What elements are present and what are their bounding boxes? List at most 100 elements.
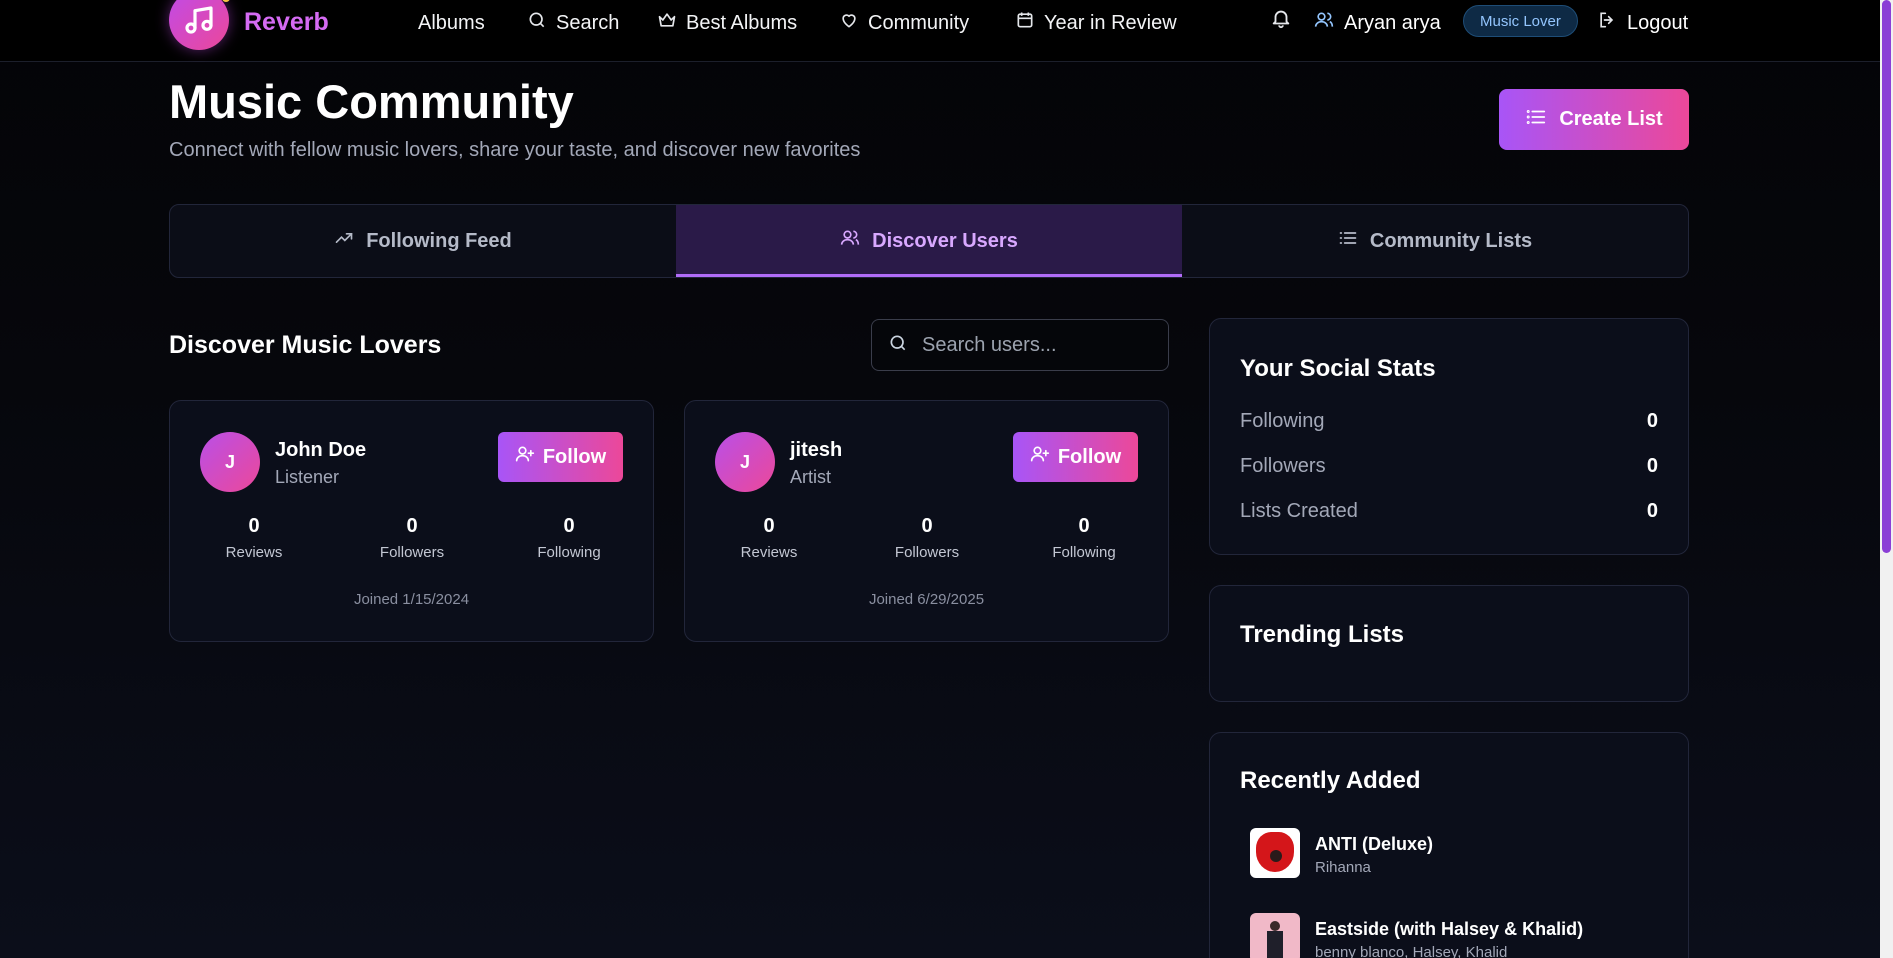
stat-value: 0 <box>1646 455 1658 477</box>
user-search-box <box>871 319 1169 371</box>
calendar-icon <box>1015 10 1035 36</box>
following-stat: 0 Following <box>509 515 629 561</box>
list-icon <box>1338 228 1358 254</box>
stat-value: 0 <box>1646 500 1658 522</box>
following-label: Following <box>537 544 601 561</box>
nav-albums-label: Albums <box>418 11 485 34</box>
logout-button[interactable]: Logout <box>1597 10 1688 36</box>
following-count: 0 <box>1078 515 1090 537</box>
brand-name[interactable]: Reverb <box>244 8 329 37</box>
user-plus-icon <box>1030 444 1050 470</box>
follow-label: Follow <box>542 445 607 468</box>
social-stats-title: Your Social Stats <box>1240 355 1436 382</box>
logo-music-note-icon[interactable] <box>169 0 229 50</box>
list-icon <box>1525 106 1547 134</box>
album-item[interactable]: Eastside (with Halsey & Khalid) benny bl… <box>1250 913 1583 958</box>
reviews-label: Reviews <box>740 544 798 561</box>
stat-row-followers: Followers 0 <box>1240 455 1658 478</box>
social-stats-panel: Your Social Stats Following 0 Followers … <box>1209 318 1689 555</box>
create-list-label: Create List <box>1559 108 1663 130</box>
followers-label: Followers <box>379 544 445 561</box>
joined-date: Joined 1/15/2024 <box>353 591 470 608</box>
stat-row-lists-created: Lists Created 0 <box>1240 500 1658 523</box>
tab-discover-users-label: Discover Users <box>872 229 1018 252</box>
trending-lists-panel: Trending Lists <box>1209 585 1689 702</box>
recently-added-panel: Recently Added ANTI (Deluxe) Rihanna Eas… <box>1209 732 1689 958</box>
users-icon <box>840 228 860 254</box>
follow-button[interactable]: Follow <box>498 432 623 482</box>
album-cover-image <box>1250 828 1300 878</box>
followers-stat: 0 Followers <box>352 515 472 561</box>
follow-button[interactable]: Follow <box>1013 432 1138 482</box>
album-cover-image <box>1250 913 1300 958</box>
user-icon <box>1314 10 1334 36</box>
reviews-stat: 0 Reviews <box>194 515 314 561</box>
user-card: J jitesh Artist Follow 0 Reviews 0 Follo… <box>684 400 1169 642</box>
followers-count: 0 <box>406 515 418 537</box>
user-plus-icon <box>515 444 535 470</box>
tab-discover-users[interactable]: Discover Users <box>676 205 1182 277</box>
nav-search-label: Search <box>556 11 620 34</box>
reviews-stat: 0 Reviews <box>709 515 829 561</box>
followers-label: Followers <box>894 544 960 561</box>
page-title: Music Community <box>169 75 574 128</box>
user-card: J John Doe Listener Follow 0 Reviews 0 F… <box>169 400 654 642</box>
album-title: ANTI (Deluxe) <box>1315 834 1434 854</box>
album-title: Eastside (with Halsey & Khalid) <box>1315 919 1584 939</box>
nav-best-albums-label: Best Albums <box>686 11 798 34</box>
stat-row-following: Following 0 <box>1240 410 1658 433</box>
search-icon <box>888 333 908 358</box>
recently-added-title: Recently Added <box>1240 767 1421 794</box>
followers-stat: 0 Followers <box>867 515 987 561</box>
stat-label: Lists Created <box>1240 500 1358 522</box>
trending-up-icon <box>334 228 354 254</box>
album-item[interactable]: ANTI (Deluxe) Rihanna <box>1250 828 1433 878</box>
search-icon <box>527 10 547 36</box>
reviews-label: Reviews <box>225 544 283 561</box>
page-subtitle: Connect with fellow music lovers, share … <box>169 139 861 161</box>
nav-albums[interactable]: Albums <box>418 10 485 36</box>
discover-section-title: Discover Music Lovers <box>169 331 442 359</box>
logout-icon <box>1597 10 1617 36</box>
following-stat: 0 Following <box>1024 515 1144 561</box>
tab-community-lists-label: Community Lists <box>1369 229 1533 252</box>
reviews-count: 0 <box>248 515 260 537</box>
tab-community-lists[interactable]: Community Lists <box>1182 205 1688 277</box>
heart-icon <box>839 10 859 36</box>
role-badge: Music Lover <box>1463 5 1578 37</box>
avatar[interactable]: J <box>200 432 260 492</box>
user-card-role: Listener <box>275 467 340 487</box>
avatar[interactable]: J <box>715 432 775 492</box>
trending-lists-title: Trending Lists <box>1240 621 1405 648</box>
following-label: Following <box>1052 544 1116 561</box>
nav-community-label: Community <box>868 11 970 34</box>
tab-following-feed[interactable]: Following Feed <box>170 205 676 277</box>
user-search-input[interactable] <box>922 333 1142 357</box>
nav-community[interactable]: Community <box>839 10 969 36</box>
nav-search[interactable]: Search <box>527 10 619 36</box>
user-profile-link[interactable]: Aryan arya <box>1314 10 1441 36</box>
following-count: 0 <box>563 515 575 537</box>
user-name: Aryan arya <box>1344 11 1441 34</box>
followers-count: 0 <box>921 515 933 537</box>
stat-label: Followers <box>1240 455 1326 477</box>
crown-icon <box>657 10 677 36</box>
create-list-button[interactable]: Create List <box>1499 89 1689 150</box>
logout-label: Logout <box>1627 11 1689 34</box>
nav-best-albums[interactable]: Best Albums <box>657 10 797 36</box>
joined-date: Joined 6/29/2025 <box>868 591 985 608</box>
user-card-name[interactable]: John Doe <box>275 439 366 462</box>
nav-year-in-review[interactable]: Year in Review <box>1015 10 1177 36</box>
top-navbar: Reverb Albums Search Best Albums Communi… <box>0 0 1880 62</box>
album-artist: Rihanna <box>1315 859 1371 876</box>
reviews-count: 0 <box>763 515 775 537</box>
page-scrollbar[interactable] <box>1880 0 1893 958</box>
tab-following-feed-label: Following Feed <box>366 229 512 252</box>
follow-label: Follow <box>1057 445 1122 468</box>
stat-label: Following <box>1240 410 1325 432</box>
bell-icon[interactable] <box>1270 6 1292 35</box>
user-card-name[interactable]: jitesh <box>790 439 842 462</box>
user-card-role: Artist <box>790 467 832 487</box>
community-tabs: Following Feed Discover Users Community … <box>169 204 1689 278</box>
scrollbar-thumb[interactable] <box>1882 0 1891 553</box>
